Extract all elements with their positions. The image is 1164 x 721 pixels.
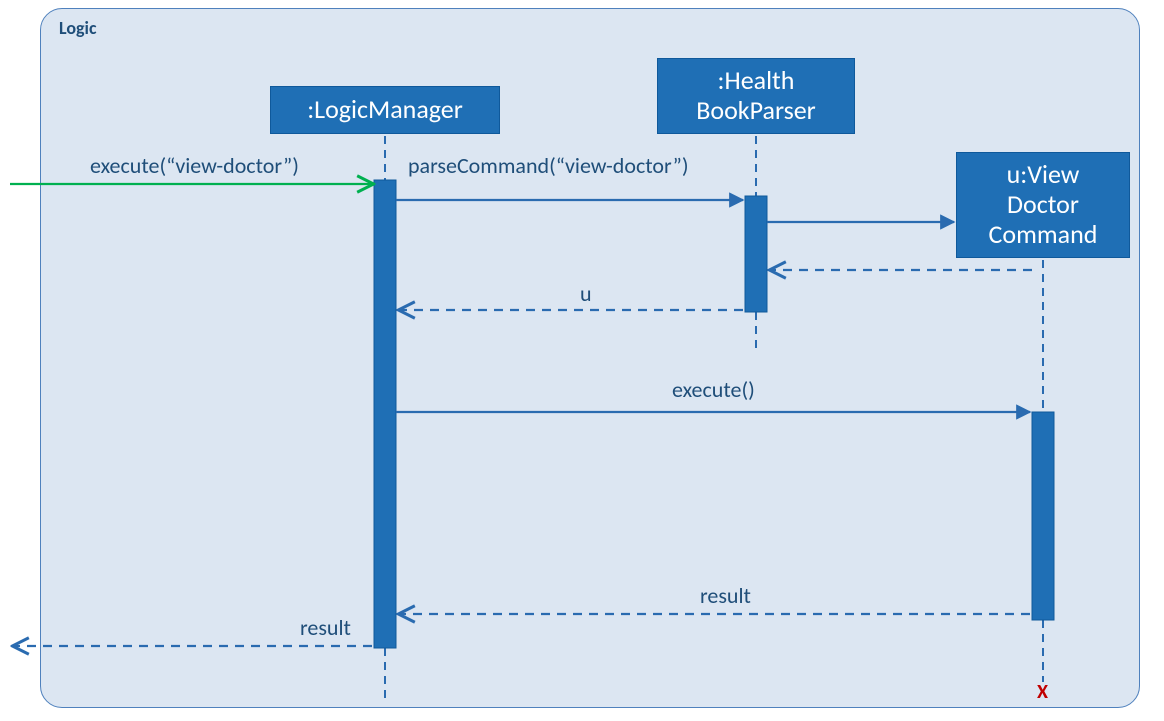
logic-frame: Logic	[40, 8, 1140, 708]
participant-health-book-parser: :Health BookParser	[657, 58, 855, 134]
msg-return-result-inner: result	[700, 582, 751, 609]
msg-parse-command: parseCommand(“view-doctor”)	[408, 152, 689, 179]
frame-label: Logic	[59, 17, 97, 39]
participant-logic-manager: :LogicManager	[270, 86, 500, 134]
destroy-x-icon: X	[1037, 680, 1048, 704]
msg-return-u: u	[580, 280, 592, 307]
msg-execute-call: execute()	[672, 376, 755, 403]
msg-return-result-outer: result	[300, 614, 351, 641]
participant-view-doctor-command: u:View Doctor Command	[956, 152, 1130, 258]
msg-execute-in: execute(“view-doctor”)	[90, 152, 299, 179]
